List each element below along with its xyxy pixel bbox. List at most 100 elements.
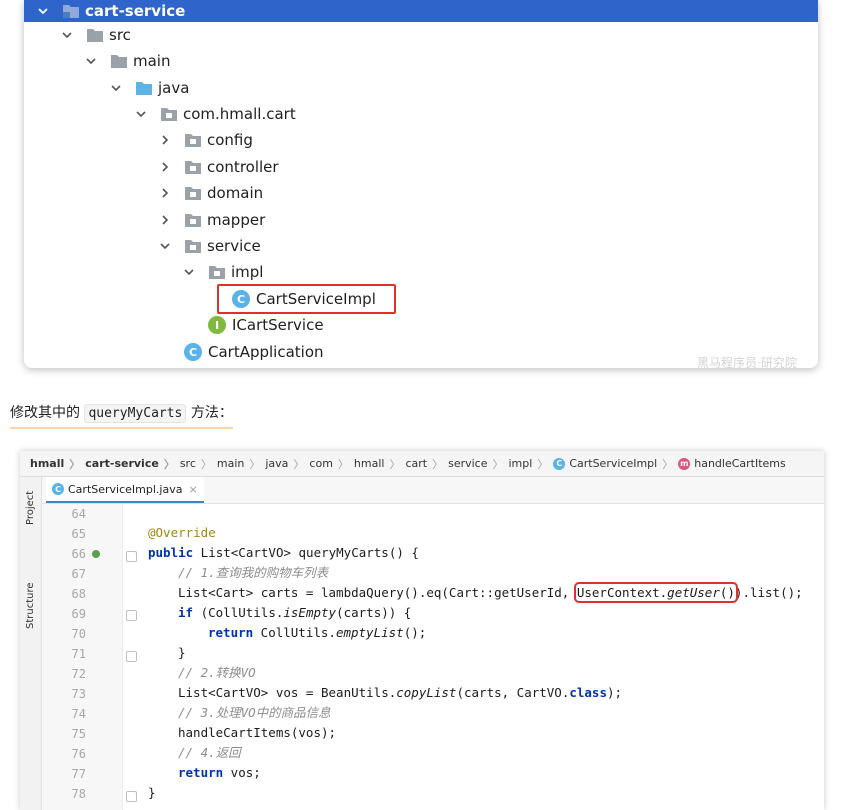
source-folder-icon — [135, 80, 153, 96]
tree-item-label: com.hmall.cart — [183, 105, 296, 123]
highlighted-code-usercontext: UserContext.getUser() — [573, 582, 738, 603]
folder-icon — [110, 53, 128, 69]
project-tool-tab[interactable]: Project — [21, 485, 40, 525]
code-line-69: if (CollUtils.isEmpty(carts)) { — [178, 605, 412, 620]
line-number: 64 — [71, 507, 86, 521]
package-icon — [208, 264, 226, 280]
override-method-icon[interactable] — [92, 550, 100, 558]
line-number: 65 — [71, 527, 86, 541]
tree-item-label: main — [133, 52, 171, 70]
breadcrumb-item[interactable]: com 〉 — [309, 456, 354, 472]
tree-root-label: cart-service — [85, 2, 186, 20]
code-line-72: // 2.转换VO — [178, 665, 256, 680]
package-icon — [184, 132, 202, 148]
code-line-65: @Override — [148, 525, 216, 540]
line-number: 66 — [71, 547, 86, 561]
chevron-right-icon[interactable] — [158, 186, 172, 200]
tree-root-cart-service[interactable]: cart-service — [36, 0, 185, 24]
tree-item-src[interactable]: src — [60, 22, 131, 48]
package-icon — [184, 212, 202, 228]
tree-item-label: src — [109, 26, 131, 44]
breadcrumb-item[interactable]: java 〉 — [265, 456, 309, 472]
code-line-76: // 4.返回 — [178, 745, 241, 760]
chevron-right-icon[interactable] — [158, 213, 172, 227]
folder-icon — [86, 27, 104, 43]
line-number: 71 — [71, 647, 86, 661]
code-line-78: } — [148, 785, 156, 800]
chevron-down-icon[interactable] — [109, 81, 123, 95]
tree-item-main[interactable]: main — [84, 48, 170, 74]
package-icon — [184, 185, 202, 201]
package-icon — [160, 106, 178, 122]
instruction-sentence: 修改其中的 queryMyCarts 方法： — [10, 402, 233, 429]
tree-item-label: config — [207, 131, 253, 149]
sentence-before: 修改其中的 — [10, 405, 80, 421]
line-number-gutter: 64 65 66 67 68 69 70 71 72 73 74 75 76 7… — [42, 504, 137, 810]
tree-item-service[interactable]: service — [158, 233, 261, 259]
code-line-75: handleCartItems(vos); — [178, 725, 337, 740]
tree-item-mapper[interactable]: mapper — [158, 207, 265, 233]
module-folder-icon — [62, 3, 80, 19]
chevron-down-icon[interactable] — [60, 28, 74, 42]
breadcrumb-item[interactable]: hmall 〉 — [354, 456, 406, 472]
tree-item-package-root[interactable]: com.hmall.cart — [134, 101, 296, 127]
package-icon — [184, 159, 202, 175]
tree-item-java[interactable]: java — [109, 75, 189, 101]
tree-item-label: service — [207, 237, 261, 255]
close-icon[interactable]: × — [188, 483, 197, 496]
chevron-right-icon[interactable] — [158, 133, 172, 147]
tree-item-label: domain — [207, 184, 264, 202]
tree-item-icartservice[interactable]: I ICartService — [208, 312, 324, 338]
breadcrumb-item[interactable]: main 〉 — [217, 456, 265, 472]
chevron-down-icon[interactable] — [158, 239, 172, 253]
code-line-77: return vos; — [178, 765, 261, 780]
breadcrumb-item-method[interactable]: m handleCartItems — [678, 457, 786, 470]
breadcrumb-item-class[interactable]: C CartServiceImpl 〉 — [553, 456, 678, 472]
line-number: 78 — [71, 787, 86, 801]
tree-item-config[interactable]: config — [158, 127, 253, 153]
ide-editor-window: hmall 〉 cart-service 〉 src 〉 main 〉 java 〉 co… — [20, 451, 824, 810]
tree-item-label: impl — [231, 263, 264, 281]
spring-app-class-icon: C — [184, 343, 202, 361]
breadcrumb-item[interactable]: cart 〉 — [405, 456, 448, 472]
breadcrumb-item[interactable]: cart-service 〉 — [85, 456, 180, 472]
breadcrumb-item[interactable]: service 〉 — [448, 456, 508, 472]
interface-icon: I — [208, 316, 226, 334]
chevron-down-icon[interactable] — [182, 265, 196, 279]
tree-item-label: java — [158, 79, 190, 97]
line-number: 73 — [71, 687, 86, 701]
tab-label: CartServiceImpl.java — [68, 482, 183, 496]
chevron-down-icon[interactable] — [84, 54, 98, 68]
line-number: 76 — [71, 747, 86, 761]
chevron-right-icon[interactable] — [158, 160, 172, 174]
line-number: 70 — [71, 627, 86, 641]
tree-item-cart-application[interactable]: C CartApplication — [184, 339, 324, 365]
tree-item-label: CartApplication — [208, 343, 324, 361]
chevron-down-icon[interactable] — [134, 107, 148, 121]
tree-item-label: ICartService — [232, 316, 324, 334]
editor-tab-bar: C CartServiceImpl.java × — [42, 477, 824, 504]
sentence-after: 方法： — [190, 405, 233, 421]
highlight-box-cart-service-impl — [217, 284, 396, 314]
tree-item-domain[interactable]: domain — [158, 180, 263, 206]
class-icon: C — [553, 457, 566, 470]
breadcrumb-item[interactable]: impl 〉 — [509, 456, 554, 472]
chevron-down-icon[interactable] — [36, 4, 50, 18]
line-number: 67 — [71, 567, 86, 581]
line-number: 68 — [71, 587, 86, 601]
code-line-74: // 3.处理VO中的商品信息 — [178, 705, 331, 720]
breadcrumb-item[interactable]: src 〉 — [180, 456, 217, 472]
tree-item-label: controller — [207, 158, 279, 176]
package-icon — [184, 238, 202, 254]
tree-item-impl[interactable]: impl — [182, 259, 263, 285]
tab-cart-service-impl[interactable]: C CartServiceImpl.java × — [46, 477, 204, 503]
code-editor[interactable]: @Override public List<CartVO> queryMyCar… — [122, 504, 824, 810]
code-line-71: } — [178, 645, 186, 660]
line-number: 69 — [71, 607, 86, 621]
code-line-73: List<CartVO> vos = BeanUtils.copyList(ca… — [178, 685, 623, 700]
tool-window-sidebar: Project Structure — [20, 477, 42, 810]
code-line-68: List<Cart> carts = lambdaQuery().eq(Cart… — [178, 582, 803, 603]
breadcrumb-item[interactable]: hmall 〉 — [30, 456, 85, 472]
structure-tool-tab[interactable]: Structure — [21, 573, 40, 629]
tree-item-controller[interactable]: controller — [158, 154, 279, 180]
